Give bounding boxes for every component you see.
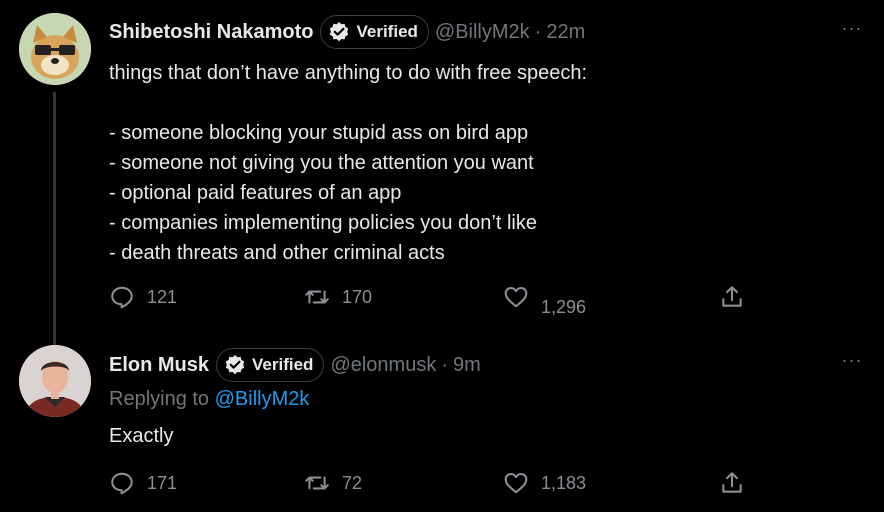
- tweet-parent[interactable]: Shibetoshi Nakamoto Verified @BillyM2k ·…: [0, 0, 884, 350]
- verified-badge[interactable]: Verified: [320, 15, 429, 49]
- share-button[interactable]: [719, 282, 745, 312]
- like-button[interactable]: 1,183: [503, 468, 586, 498]
- separator-dot: ·: [534, 20, 542, 43]
- reply-button[interactable]: 121: [109, 282, 177, 312]
- like-button[interactable]: 1,296: [503, 282, 586, 317]
- tweet-text: Exactly: [109, 425, 174, 447]
- tweet-actions: 121 170 1,296: [109, 282, 759, 317]
- profile-photo-image: [19, 345, 91, 417]
- author-handle[interactable]: @BillyM2k: [435, 21, 530, 44]
- share-icon: [722, 472, 742, 493]
- avatar[interactable]: [19, 13, 91, 85]
- timestamp[interactable]: 22m: [546, 21, 585, 44]
- tweet-reply[interactable]: Elon Musk Verified @elonmusk · 9m ··· Re…: [0, 340, 884, 512]
- replying-prefix: Replying to: [109, 388, 210, 410]
- like-count: 1,296: [541, 296, 587, 317]
- avatar[interactable]: [19, 345, 91, 417]
- verified-check-icon: [330, 22, 349, 42]
- verified-label: Verified: [356, 22, 418, 41]
- tweet-text: things that don’t have anything to do wi…: [109, 62, 588, 264]
- retweet-count: 72: [342, 472, 363, 493]
- heart-icon: [504, 286, 528, 308]
- tweet-header: Elon Musk Verified @elonmusk · 9m: [109, 348, 481, 382]
- retweet-icon: [305, 476, 329, 490]
- retweet-button[interactable]: 170: [304, 282, 372, 312]
- share-button[interactable]: [719, 468, 745, 498]
- like-count: 1,183: [541, 472, 587, 493]
- more-icon[interactable]: ···: [840, 350, 864, 370]
- replying-mention-link[interactable]: @BillyM2k: [215, 388, 310, 410]
- tweet-header: Shibetoshi Nakamoto Verified @BillyM2k ·…: [109, 15, 585, 49]
- tweet-actions: 171 72 1,183: [109, 468, 759, 498]
- heart-icon: [504, 472, 528, 494]
- author-name[interactable]: Shibetoshi Nakamoto: [109, 21, 313, 44]
- timestamp[interactable]: 9m: [453, 354, 481, 377]
- reply-button[interactable]: 171: [109, 468, 177, 498]
- retweet-button[interactable]: 72: [304, 468, 362, 498]
- verified-label: Verified: [252, 355, 314, 374]
- reply-count: 121: [147, 286, 178, 307]
- replying-to: Replying to @BillyM2k: [109, 388, 309, 411]
- retweet-icon: [305, 290, 329, 304]
- thread-connector-line: [53, 92, 56, 350]
- reply-icon: [111, 472, 133, 495]
- separator-dot: ·: [441, 353, 449, 376]
- more-icon[interactable]: ···: [840, 18, 864, 38]
- doge-avatar-image: [19, 13, 91, 85]
- verified-badge[interactable]: Verified: [216, 348, 325, 382]
- reply-icon: [111, 286, 133, 309]
- verified-check-icon: [225, 355, 245, 375]
- author-name[interactable]: Elon Musk: [109, 354, 209, 377]
- share-icon: [722, 286, 742, 307]
- author-handle[interactable]: @elonmusk: [330, 354, 436, 377]
- retweet-count: 170: [342, 286, 373, 307]
- reply-count: 171: [147, 472, 178, 493]
